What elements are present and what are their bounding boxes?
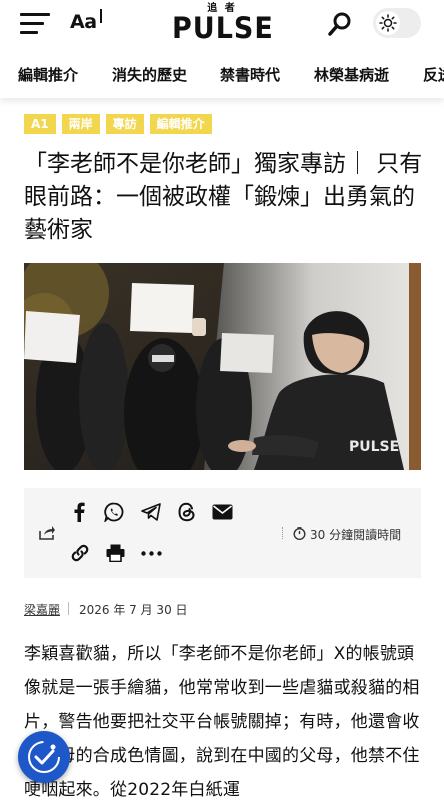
- more-icon[interactable]: [141, 551, 162, 556]
- author-link[interactable]: 梁嘉麗: [24, 601, 60, 618]
- sun-icon: [379, 14, 397, 32]
- whatsapp-icon[interactable]: [104, 502, 124, 522]
- publish-date: 2026 年 7 月 30 日: [79, 603, 188, 617]
- nav-item-anti-extradition[interactable]: 反送: [423, 64, 444, 85]
- share-icon[interactable]: [38, 525, 56, 541]
- category-nav: 編輯推介 消失的歷史 禁書時代 林榮基病逝 反送: [0, 50, 444, 98]
- top-bar: Aa 追 者 PULSE: [0, 0, 444, 50]
- accessibility-icon: [28, 741, 60, 773]
- share-divider: [282, 527, 284, 539]
- link-icon[interactable]: [70, 543, 90, 563]
- font-size-label: Aa: [70, 11, 97, 33]
- article-body: 李穎喜歡貓，所以「李老師不是你老師」X的帳號頭像就是一張手繪貓，他常常收到一些虐…: [24, 644, 420, 800]
- logo-text: PULSE: [172, 11, 274, 46]
- nav-item-lam-wing-kee[interactable]: 林榮基病逝: [314, 64, 389, 85]
- facebook-icon[interactable]: [72, 502, 86, 522]
- print-icon[interactable]: [106, 544, 125, 562]
- nav-item-banned-books[interactable]: 禁書時代: [220, 64, 280, 85]
- author-date-separator: [68, 602, 69, 615]
- search-icon[interactable]: [328, 12, 352, 36]
- nav-item-lost-history[interactable]: 消失的歷史: [112, 64, 187, 85]
- telegram-icon[interactable]: [141, 503, 161, 521]
- tag-cross-strait[interactable]: 兩岸: [61, 114, 100, 134]
- threads-icon[interactable]: [177, 502, 197, 522]
- font-size-button[interactable]: Aa: [70, 9, 102, 33]
- tag-a1[interactable]: A1: [24, 114, 56, 134]
- hero-image: PULSE: [24, 263, 421, 470]
- site-logo[interactable]: 追 者 PULSE: [172, 4, 274, 46]
- article-tags: A1 兩岸 專訪 編輯推介: [24, 114, 212, 134]
- theme-toggle[interactable]: [373, 8, 421, 38]
- hamburger-menu-icon[interactable]: [20, 13, 50, 35]
- tag-interview[interactable]: 專訪: [105, 114, 144, 134]
- accessibility-button[interactable]: [18, 731, 70, 783]
- article-headline: 「李老師不是你老師」獨家專訪｜ 只有眼前路：一個被政權「鍛煉」出勇氣的藝術家: [24, 151, 423, 243]
- nav-item-editors-pick[interactable]: 編輯推介: [18, 64, 78, 85]
- tag-editors-pick[interactable]: 編輯推介: [149, 114, 212, 134]
- hero-watermark: PULSE: [349, 439, 399, 455]
- email-icon[interactable]: [212, 504, 233, 520]
- clock-icon: [293, 527, 306, 540]
- read-time: 30 分鐘閱讀時間: [310, 528, 402, 542]
